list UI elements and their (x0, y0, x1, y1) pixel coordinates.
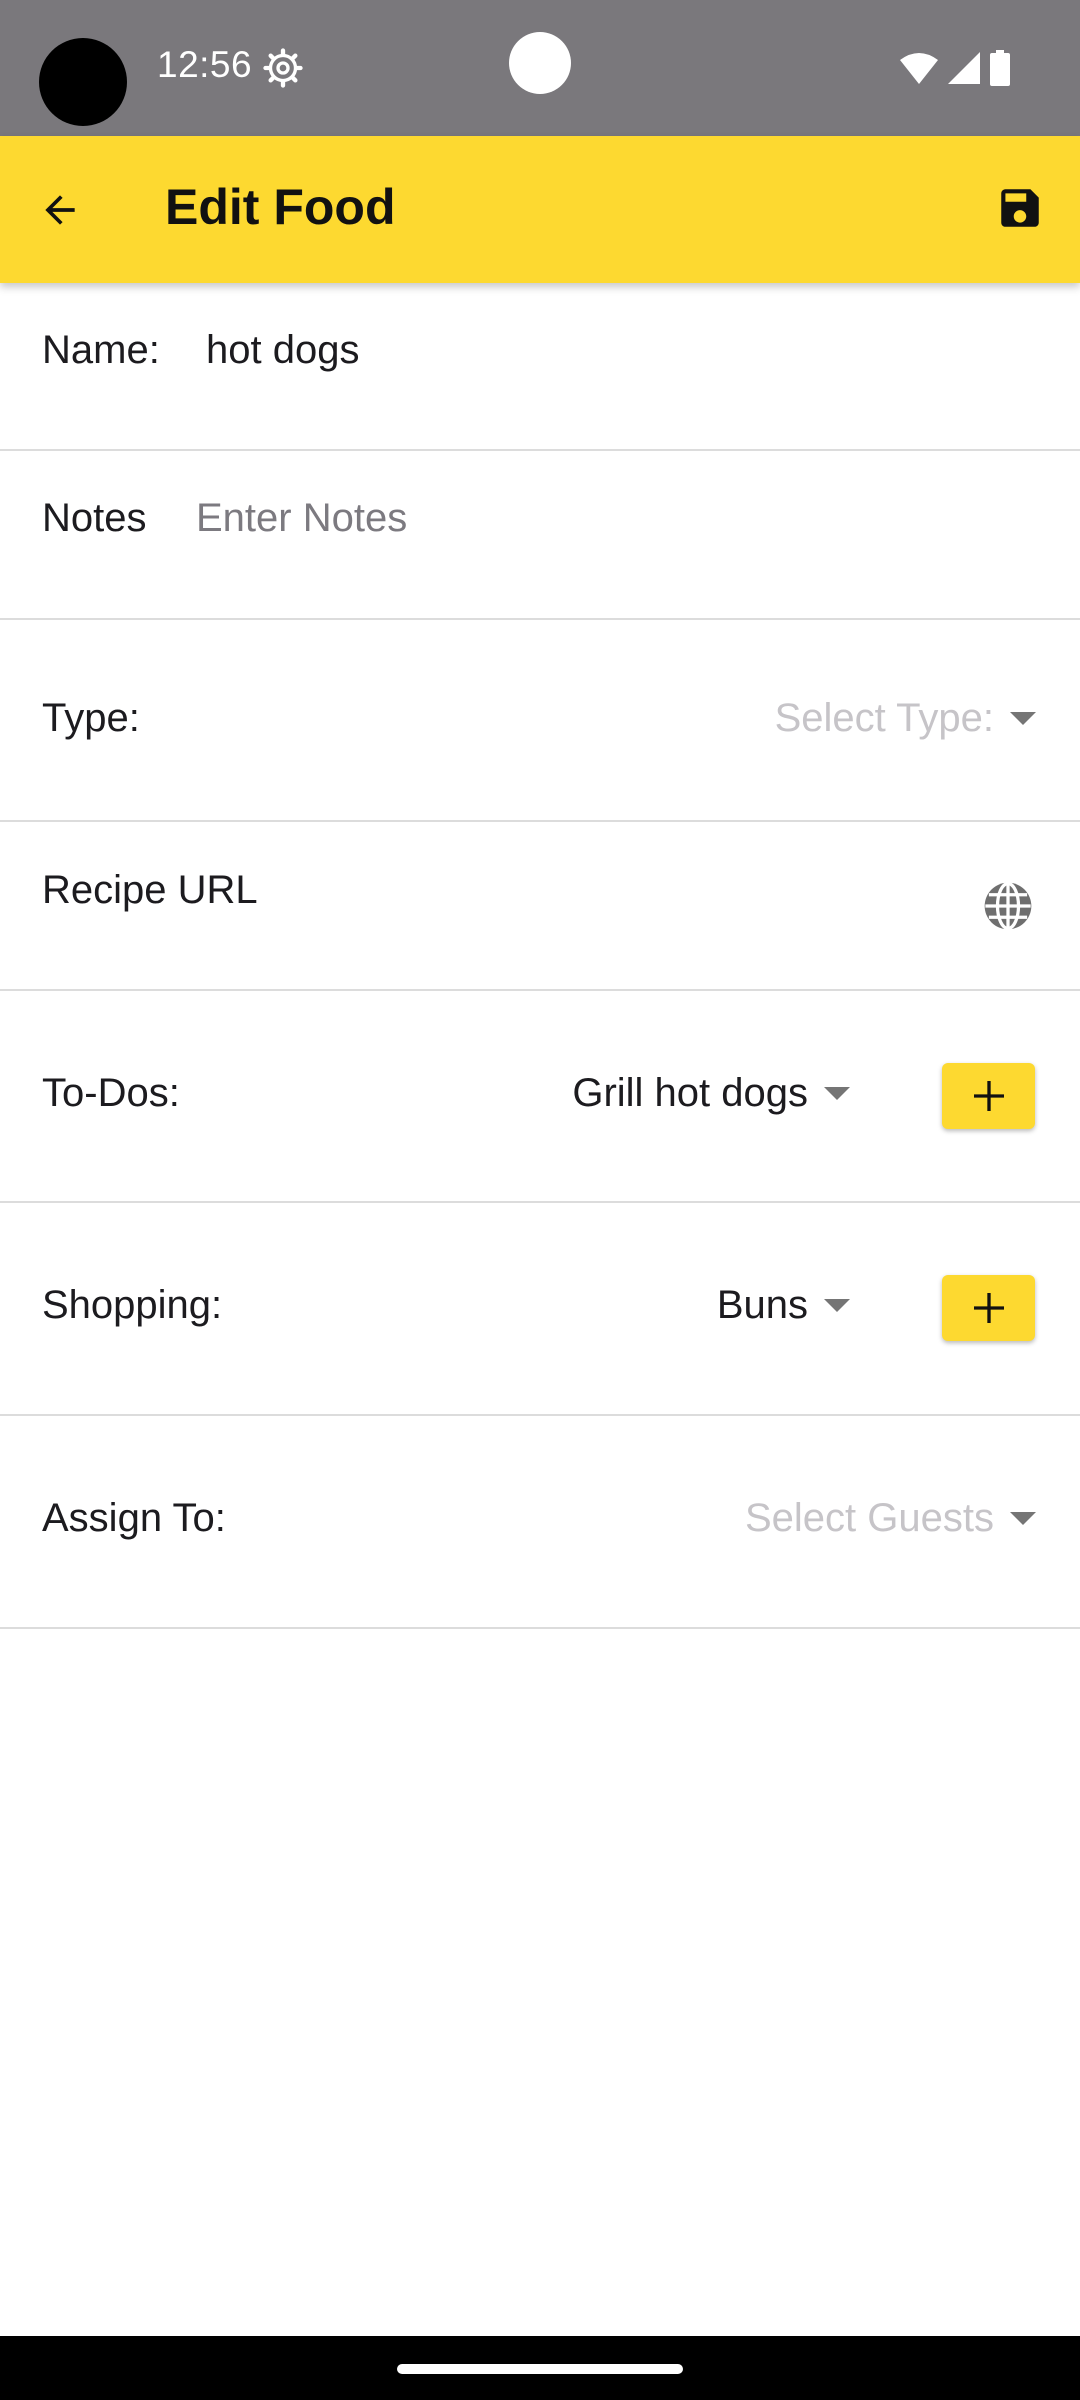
save-floppy-icon (1001, 189, 1039, 227)
type-dropdown-placeholder: Select Type: (774, 696, 994, 740)
app-bar: Edit Food (0, 136, 1080, 283)
notes-input[interactable]: Enter Notes (196, 496, 407, 541)
type-label: Type: (42, 696, 140, 740)
save-button[interactable] (988, 176, 1052, 240)
name-label: Name: (42, 328, 160, 372)
cell-signal-icon (948, 52, 980, 84)
add-shopping-button[interactable] (942, 1275, 1035, 1341)
globe-icon[interactable] (980, 878, 1036, 934)
dropdown-arrow-icon (824, 1299, 850, 1312)
plus-icon (973, 1081, 1004, 1111)
dropdown-arrow-icon (1010, 712, 1036, 725)
page-title: Edit Food (165, 179, 396, 235)
battery-icon (990, 50, 1010, 86)
back-button[interactable] (28, 168, 92, 252)
shopping-label: Shopping: (42, 1283, 223, 1327)
notes-row: Notes Enter Notes (0, 451, 1080, 620)
front-camera-dot (509, 32, 571, 94)
todos-dropdown[interactable]: Grill hot dogs (572, 1071, 850, 1116)
todos-label: To-Dos: (42, 1071, 180, 1115)
type-dropdown[interactable]: Select Type: (775, 696, 1036, 741)
assign-dropdown[interactable]: Select Guests (745, 1496, 1036, 1541)
camera-cutout (39, 38, 127, 126)
name-row: Name: hot dogs (0, 283, 1080, 451)
arrow-back-icon (45, 195, 75, 225)
shopping-row: Shopping: Buns (0, 1203, 1080, 1416)
shopping-dropdown[interactable]: Buns (717, 1283, 850, 1328)
assign-row: Assign To: Select Guests (0, 1416, 1080, 1629)
add-todo-button[interactable] (942, 1063, 1035, 1129)
dropdown-arrow-icon (1010, 1512, 1036, 1525)
dropdown-arrow-icon (824, 1087, 850, 1100)
settings-gear-icon (263, 48, 303, 88)
recipe-url-row: Recipe URL (0, 822, 1080, 991)
status-bar: 12:56 (0, 0, 1080, 136)
recipe-url-label[interactable]: Recipe URL (42, 868, 258, 913)
home-gesture-handle[interactable] (397, 2364, 683, 2374)
name-input[interactable]: hot dogs (206, 328, 359, 373)
plus-icon (973, 1293, 1004, 1323)
todos-row: To-Dos: Grill hot dogs (0, 991, 1080, 1203)
type-row: Type: Select Type: (0, 620, 1080, 822)
todos-dropdown-value: Grill hot dogs (572, 1071, 808, 1115)
notes-label: Notes (42, 496, 147, 540)
status-time: 12:56 (157, 44, 253, 85)
shopping-dropdown-value: Buns (716, 1283, 808, 1327)
status-icons (900, 48, 1010, 88)
wifi-icon (900, 53, 938, 84)
assign-label: Assign To: (42, 1496, 226, 1540)
assign-dropdown-placeholder: Select Guests (744, 1496, 994, 1540)
